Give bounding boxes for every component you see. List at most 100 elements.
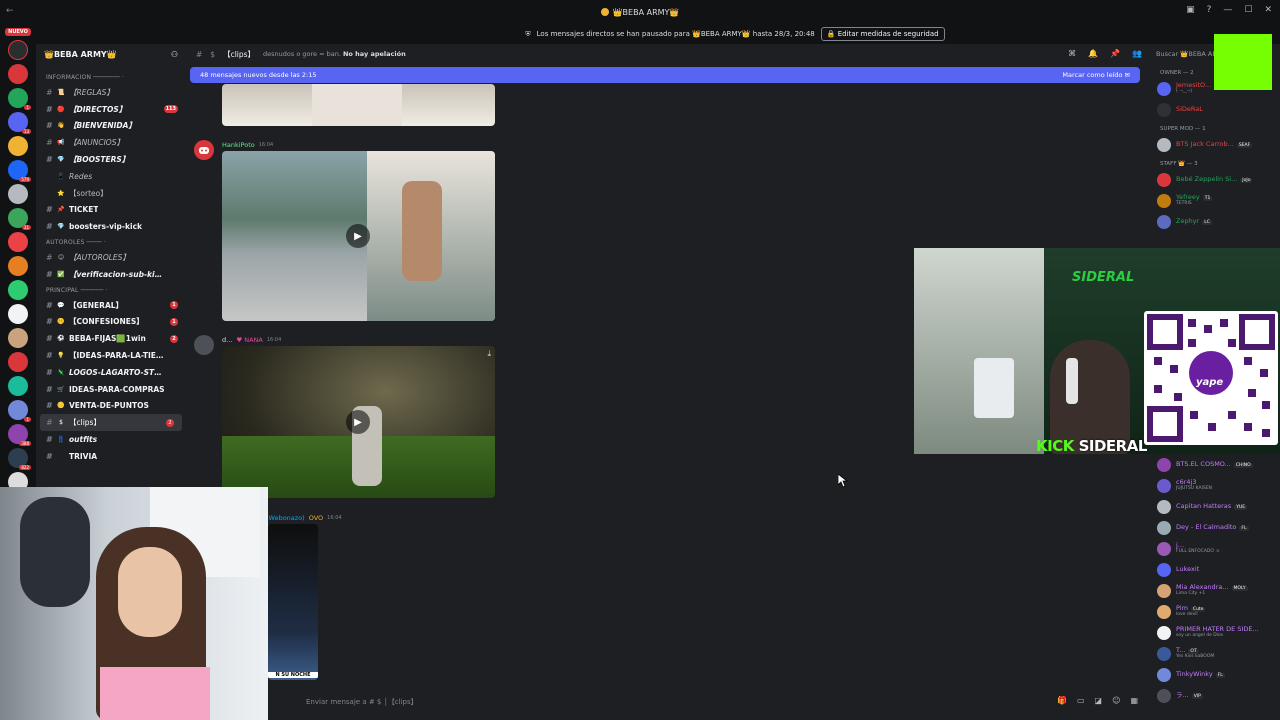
minimize-button[interactable]: —: [1223, 5, 1232, 15]
message-author[interactable]: (Webonazo) OVO 16:04: [266, 514, 342, 522]
avatar[interactable]: [194, 140, 214, 160]
server-icon[interactable]: [8, 376, 28, 396]
server-icon[interactable]: [8, 184, 28, 204]
category-principal[interactable]: PRINCIPAL ────── ·: [36, 283, 186, 297]
server-icon[interactable]: [8, 136, 28, 156]
server-icon[interactable]: 13: [8, 112, 31, 134]
channel-boosters[interactable]: # 💎 【BOOSTERS】: [36, 151, 186, 168]
mark-read-button[interactable]: Marcar como leído ✉: [1062, 71, 1130, 79]
image-attachment[interactable]: [222, 84, 495, 126]
channel-outfits[interactable]: # 👖 outfits: [36, 431, 186, 448]
member-item[interactable]: Dey - El Calmadito FL: [1148, 517, 1280, 538]
server-icon[interactable]: [8, 328, 28, 348]
server-header[interactable]: 👑BEBA ARMY👑 ⚇: [36, 44, 186, 64]
member-tag: VIP: [1191, 693, 1203, 699]
category-informacion[interactable]: INFORMACION ─────── ·: [36, 70, 186, 84]
server-icon[interactable]: 579: [8, 160, 31, 182]
edit-security-button[interactable]: 🔒 Editar medidas de seguridad: [820, 27, 945, 41]
server-icon[interactable]: 388: [8, 424, 31, 446]
server-icon[interactable]: [8, 280, 28, 300]
pin-icon[interactable]: 📌: [1110, 49, 1120, 58]
close-button[interactable]: ✕: [1264, 5, 1272, 15]
server-icon[interactable]: 822: [8, 448, 31, 470]
new-messages-banner[interactable]: 48 mensajes nuevos desde las 2:15 Marcar…: [190, 67, 1140, 83]
message-author[interactable]: d... ♥ NANA 16:04: [222, 336, 281, 344]
channel-ideas-compras[interactable]: # 🛒 IDEAS-PARA-COMPRAS: [36, 381, 186, 398]
member-item[interactable]: SiDeRaL: [1148, 99, 1280, 120]
avatar: [1157, 81, 1171, 96]
member-item[interactable]: BTS Jack Carrob... SEAF: [1148, 134, 1280, 155]
server-icon[interactable]: [8, 232, 28, 252]
server-icon[interactable]: 1: [8, 400, 31, 422]
member-item[interactable]: Capitan Hatteras YUE: [1148, 496, 1280, 517]
server-icon[interactable]: [8, 64, 28, 84]
member-item[interactable]: T... OT Yes Kiss kaBOOM: [1148, 643, 1280, 664]
members-icon[interactable]: 👥: [1132, 49, 1142, 58]
server-icon[interactable]: 31: [8, 208, 31, 230]
avatar[interactable]: [194, 335, 214, 355]
channel-anuncios[interactable]: # 📢 【ANUNCIOS】: [36, 134, 186, 151]
avatar: [1157, 457, 1171, 472]
server-icon[interactable]: [8, 304, 28, 324]
channel-sorteo[interactable]: ⭐ 【sorteo】: [36, 185, 186, 202]
member-item[interactable]: Pim Cute love devil: [1148, 601, 1280, 622]
gift-icon[interactable]: 🎁: [1057, 696, 1067, 705]
member-item[interactable]: Bebé Zeppelin Si... JoJo: [1148, 169, 1280, 190]
maximize-button[interactable]: ☐: [1244, 5, 1252, 15]
channel-directos[interactable]: # 🔴 【DIRECTOS】 113: [36, 101, 186, 118]
member-item[interactable]: Zephyr LC: [1148, 211, 1280, 232]
bell-icon[interactable]: 🔔: [1088, 49, 1098, 58]
channel-label: Redes: [69, 171, 93, 181]
server-icon[interactable]: [8, 352, 28, 372]
channel-beba-fijas[interactable]: # ⚽ BEBA-FIJAS🟩1win 2: [36, 330, 186, 347]
channel-reglas[interactable]: # 📜 【REGLAS】: [36, 84, 186, 101]
play-icon[interactable]: ▶: [346, 410, 370, 434]
channel-trivia[interactable]: # TRIVIA: [36, 448, 186, 465]
help-icon[interactable]: ?: [1207, 5, 1212, 15]
channel-bienvenida[interactable]: # 👋 【BIENVENIDA】: [36, 118, 186, 135]
channel-venta-puntos[interactable]: # 🪙 VENTA-DE-PUNTOS: [36, 398, 186, 415]
server-icon[interactable]: 1: [8, 88, 31, 110]
member-item[interactable]: Yefreey T1 TETRIS: [1148, 190, 1280, 211]
channel-redes[interactable]: 📱 Redes: [36, 168, 186, 185]
channel-general[interactable]: # 💬 【GENERAL】 1: [36, 297, 186, 314]
timestamp: 16:04: [266, 337, 282, 343]
message-composer[interactable]: Enviar mensaje a # $ │【clips】 🎁 ▭ ◪ ☺ ▦: [186, 684, 1148, 720]
category-autoroles[interactable]: AUTOROLES ──── ·: [36, 235, 186, 249]
emoji-icon[interactable]: ☺: [1112, 696, 1120, 705]
add-member-icon[interactable]: ⚇: [171, 50, 178, 59]
download-icon[interactable]: ⤓: [487, 349, 491, 359]
sticker-icon[interactable]: ◪: [1095, 696, 1103, 705]
play-icon[interactable]: ▶: [346, 224, 370, 248]
member-item[interactable]: c6r4j3 JUJUTSU KAISEN: [1148, 475, 1280, 496]
category-label: AUTOROLES ──── ·: [46, 239, 107, 247]
channel-autoroles[interactable]: # 😊 【AUTOROLES】: [36, 249, 186, 266]
back-arrow-icon[interactable]: ←: [6, 6, 14, 16]
inbox-icon[interactable]: ▣: [1186, 5, 1195, 15]
member-item[interactable]: j... FULL ENFOCADO :v: [1148, 538, 1280, 559]
message-author[interactable]: HankiPoto 16:04: [222, 141, 273, 149]
member-item[interactable]: Mia Alexandra... MOLY Lima City +1: [1148, 580, 1280, 601]
gif-icon[interactable]: ▭: [1077, 696, 1085, 705]
channel-boosters-vip-kick[interactable]: # 💎 boosters-vip-kick: [36, 218, 186, 235]
channel-confesiones[interactable]: # 🤫 【CONFESIONES】 1: [36, 314, 186, 331]
server-icon[interactable]: [8, 40, 28, 60]
member-item[interactable]: ラ... VIP: [1148, 685, 1280, 706]
channel-verificacion[interactable]: # ✅ 【verificacion-sub-kic...: [36, 266, 186, 283]
server-icon[interactable]: [8, 256, 28, 276]
member-item[interactable]: TinkyWinky FL: [1148, 664, 1280, 685]
member-item[interactable]: PRIMER HATER DE SIDE... soy un angel de D…: [1148, 622, 1280, 643]
threads-icon[interactable]: ⌘: [1068, 49, 1076, 58]
video-attachment[interactable]: ▶ ⤓: [222, 346, 495, 498]
member-item[interactable]: Lukexit: [1148, 559, 1280, 580]
video-attachment[interactable]: N SU NOCHE: [268, 524, 318, 680]
member-item[interactable]: BTS.EL COSMO... CHINO: [1148, 454, 1280, 475]
channel-topic[interactable]: desnudos o gore = ban. No hay apelación: [263, 50, 406, 58]
video-attachment[interactable]: ▶: [222, 151, 495, 321]
channel-label: TRIVIA: [69, 451, 98, 461]
channel-ideas-tienda[interactable]: # 💡 【IDEAS-PARA-LA-TIEN...: [36, 347, 186, 364]
channel-clips[interactable]: # $ 【clips】 2: [40, 414, 182, 432]
channel-ticket[interactable]: # 📌 TICKET: [36, 202, 186, 219]
channel-logos-lagarto[interactable]: # 🦎 LOGOS-LAGARTO-STORE: [36, 364, 186, 381]
apps-icon[interactable]: ▦: [1130, 696, 1138, 705]
